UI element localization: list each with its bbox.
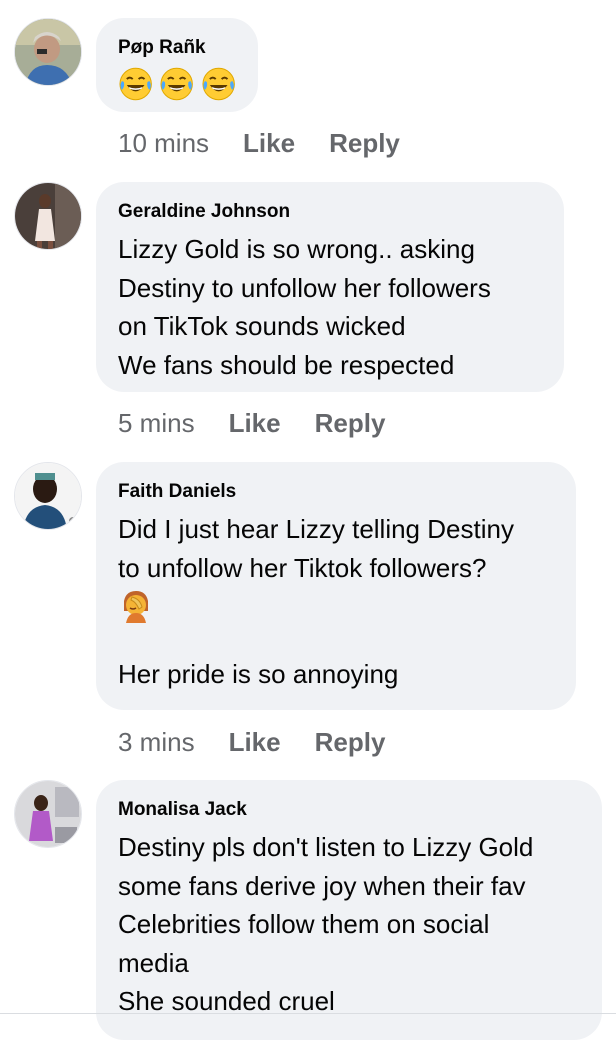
face-with-tears-of-joy-icon <box>202 67 235 101</box>
profile-photo-icon <box>15 463 81 529</box>
comment-actions: 3 mins Like Reply <box>118 727 385 757</box>
reply-button[interactable]: Reply <box>315 727 386 757</box>
comment-author[interactable]: Geraldine Johnson <box>118 200 542 224</box>
comment-timestamp[interactable]: 5 mins <box>118 408 195 438</box>
comment-author[interactable]: Monalisa Jack <box>118 798 580 822</box>
avatar[interactable] <box>14 18 82 86</box>
face-with-tears-of-joy-icon <box>160 67 194 101</box>
comment-bubble: Geraldine Johnson Lizzy Gold is so wrong… <box>96 182 564 392</box>
profile-photo-icon <box>15 183 81 249</box>
comment-author[interactable]: Faith Daniels <box>118 480 554 504</box>
comment-actions: 10 mins Like Reply <box>118 128 400 158</box>
comment-timestamp[interactable]: 3 mins <box>118 727 195 757</box>
like-button[interactable]: Like <box>229 727 281 757</box>
comment-text: Destiny pls don't listen to Lizzy Gold s… <box>118 832 534 1016</box>
avatar[interactable] <box>14 182 82 250</box>
comment-bubble: Monalisa Jack Destiny pls don't listen t… <box>96 780 602 1040</box>
comment-author[interactable]: Pøp Rañk <box>118 36 236 60</box>
face-with-tears-of-joy-icon <box>119 67 152 101</box>
comment-timestamp[interactable]: 10 mins <box>118 128 209 158</box>
like-button[interactable]: Like <box>243 128 295 158</box>
comment-bubble: Faith Daniels Did I just hear Lizzy tell… <box>96 462 576 710</box>
avatar[interactable] <box>14 462 82 530</box>
comment-text: Lizzy Gold is so wrong.. asking Destiny … <box>118 234 491 380</box>
avatar[interactable] <box>14 780 82 848</box>
person-facepalming-icon <box>124 591 148 623</box>
comment-bubble: Pøp Rañk <box>96 18 258 112</box>
profile-photo-icon <box>15 781 81 847</box>
profile-photo-icon <box>15 19 81 85</box>
comment-actions: 5 mins Like Reply <box>118 408 385 438</box>
divider <box>0 1013 616 1014</box>
comment-text: Her pride is so annoying <box>118 659 399 689</box>
reply-button[interactable]: Reply <box>329 128 400 158</box>
emoji-row <box>118 66 236 102</box>
comment-text: Did I just hear Lizzy telling Destiny to… <box>118 514 514 583</box>
reply-button[interactable]: Reply <box>315 408 386 438</box>
like-button[interactable]: Like <box>229 408 281 438</box>
